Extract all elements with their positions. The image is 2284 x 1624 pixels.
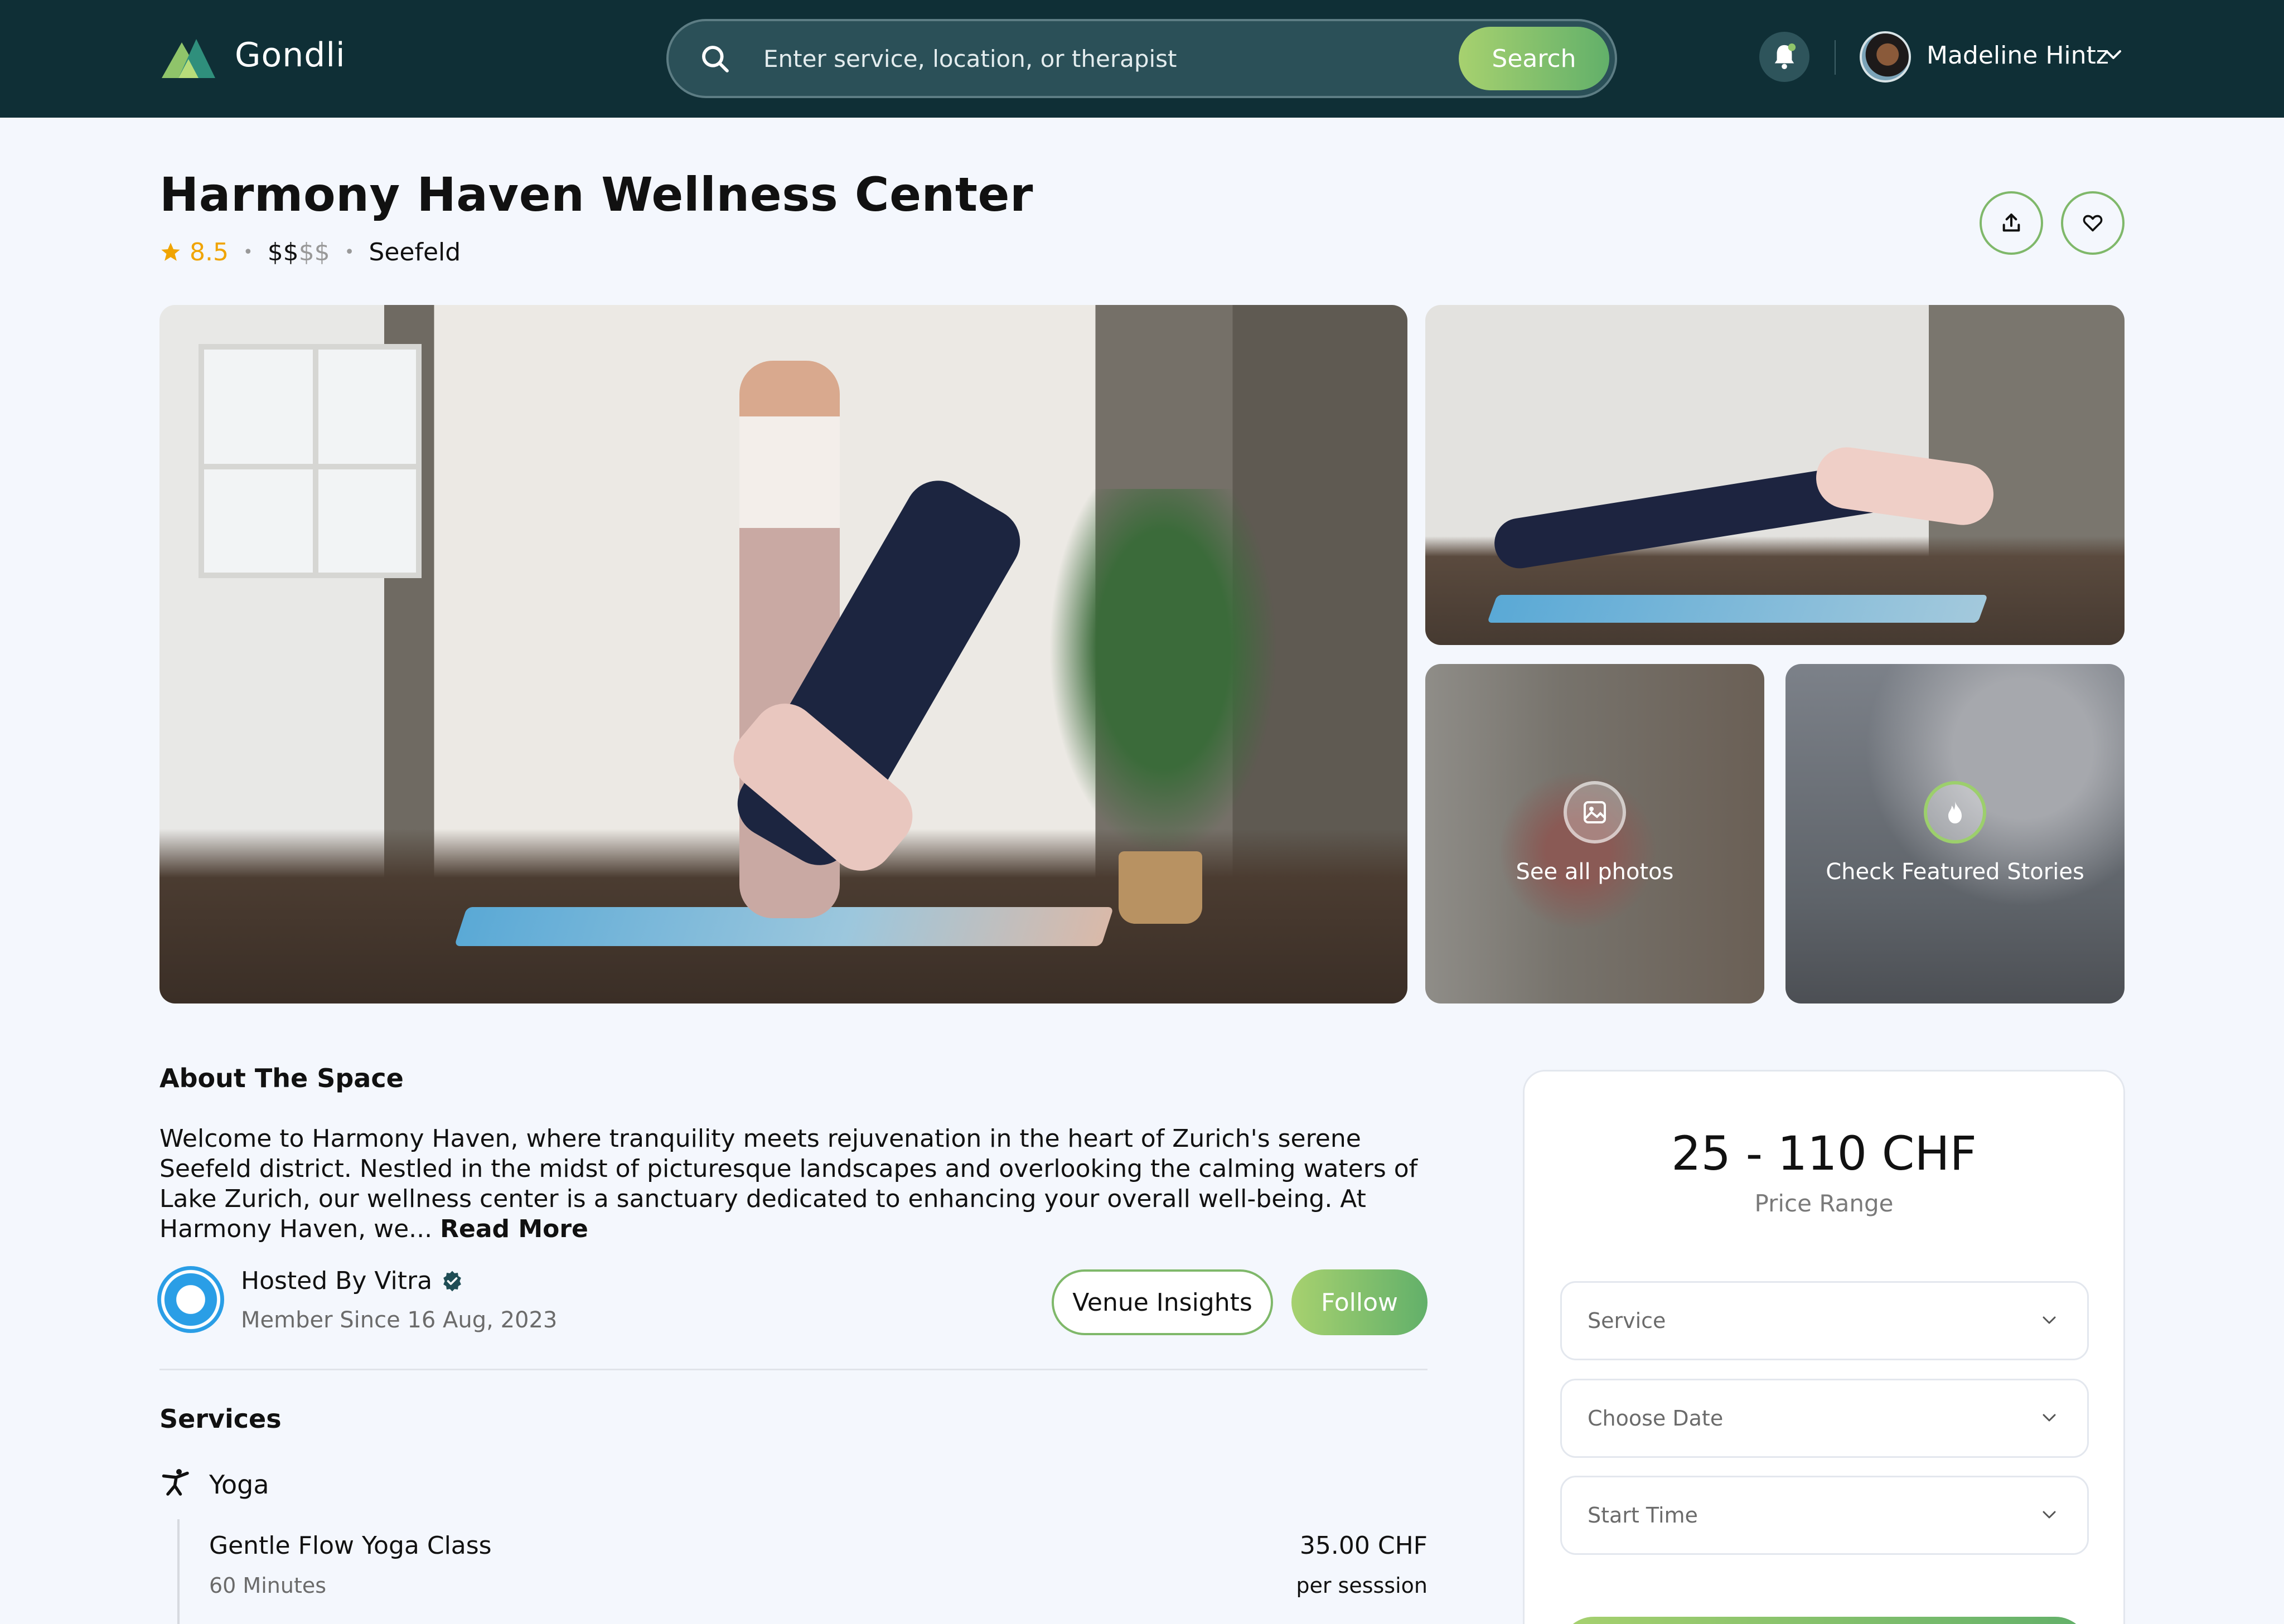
share-icon [2002, 214, 2020, 232]
date-select-label: Choose Date [1588, 1406, 1724, 1431]
venue-rating: 8.5 [190, 237, 229, 266]
gallery-icon-circle [1564, 781, 1626, 843]
yoga-pose-icon [162, 1469, 189, 1496]
date-select[interactable]: Choose Date [1560, 1379, 2089, 1458]
read-more-link[interactable]: Read More [440, 1215, 588, 1243]
favorite-button[interactable] [2061, 191, 2125, 255]
top-navigation-bar: Gondli Search Madeline Hintz [0, 0, 2284, 118]
price-level-active: $$ [267, 237, 299, 266]
host-member-since: Member Since 16 Aug, 2023 [241, 1307, 558, 1333]
bell-icon [1774, 43, 1796, 70]
service-price-unit: per sesssion [1296, 1573, 1428, 1598]
gondli-logo-icon[interactable] [162, 37, 215, 78]
host-name-row: Hosted By Vitra [241, 1267, 463, 1295]
venue-meta: 8.5 • $$$$ • Seefeld [159, 236, 461, 268]
see-all-photos-tile[interactable]: See all photos [1425, 664, 1764, 1004]
price-range-label: Price Range [1754, 1190, 1894, 1217]
see-all-photos-label: See all photos [1516, 859, 1674, 885]
book-button[interactable] [1560, 1617, 2089, 1624]
search-bar: Search [666, 19, 1617, 98]
brand-name[interactable]: Gondli [235, 36, 346, 75]
header-divider [1835, 40, 1836, 75]
service-select-label: Service [1588, 1308, 1666, 1333]
chevron-down-icon [2043, 1414, 2056, 1422]
venue-insights-button[interactable]: Venue Insights [1052, 1269, 1273, 1335]
search-icon [702, 46, 729, 72]
service-price: 35.00 CHF [1299, 1531, 1428, 1560]
image-icon [1584, 801, 1606, 823]
plank-pose-photo[interactable] [1425, 305, 2125, 645]
service-name[interactable]: Gentle Flow Yoga Class [209, 1531, 492, 1560]
service-category-yoga[interactable]: Yoga [209, 1470, 269, 1500]
start-time-select-label: Start Time [1588, 1503, 1698, 1528]
services-heading: Services [159, 1404, 282, 1434]
venue-title: Harmony Haven Wellness Center [159, 167, 1033, 222]
booking-card: 25 - 110 CHF Price Range Service Choose … [1523, 1070, 2125, 1624]
chevron-down-icon[interactable] [2104, 49, 2122, 61]
main-venue-photo[interactable] [159, 305, 1407, 1004]
star-icon [161, 243, 180, 261]
separator-dot: • [243, 242, 253, 262]
featured-stories-label: Check Featured Stories [1826, 859, 2084, 885]
host-avatar[interactable] [157, 1266, 224, 1333]
about-description: Welcome to Harmony Haven, where tranquil… [159, 1124, 1442, 1244]
heart-icon [2083, 215, 2103, 232]
yoga-mat [1487, 595, 1988, 623]
chevron-down-icon [2043, 1316, 2056, 1324]
featured-stories-tile[interactable]: Check Featured Stories [1785, 664, 2125, 1004]
host-name[interactable]: Hosted By Vitra [241, 1267, 432, 1295]
user-name[interactable]: Madeline Hintz [1927, 41, 2109, 70]
price-level-inactive: $$ [298, 237, 330, 266]
plant [1029, 489, 1297, 890]
service-group-line [177, 1519, 180, 1624]
flame-icon [1948, 801, 1962, 823]
share-button[interactable] [1980, 191, 2043, 255]
price-range-value: 25 - 110 CHF [1671, 1126, 1977, 1181]
plant-pot [1119, 851, 1202, 924]
service-duration: 60 Minutes [209, 1573, 327, 1598]
about-text-body: Welcome to Harmony Haven, where tranquil… [159, 1124, 1418, 1243]
verified-badge-icon [443, 1271, 461, 1291]
start-time-select[interactable]: Start Time [1560, 1476, 2089, 1555]
section-divider [159, 1369, 1428, 1370]
service-select[interactable]: Service [1560, 1281, 2089, 1360]
about-heading: About The Space [159, 1063, 404, 1093]
notifications-button[interactable] [1759, 32, 1809, 82]
stories-icon-circle [1924, 781, 1986, 843]
window [199, 344, 422, 578]
search-button[interactable]: Search [1459, 27, 1609, 90]
separator-dot: • [344, 242, 355, 262]
price-level: $$$$ [268, 238, 330, 266]
chevron-down-icon [2043, 1511, 2056, 1519]
search-input[interactable] [763, 32, 1405, 85]
user-avatar[interactable] [1860, 31, 1911, 83]
venue-location[interactable]: Seefeld [369, 238, 461, 266]
follow-button[interactable]: Follow [1291, 1269, 1428, 1335]
